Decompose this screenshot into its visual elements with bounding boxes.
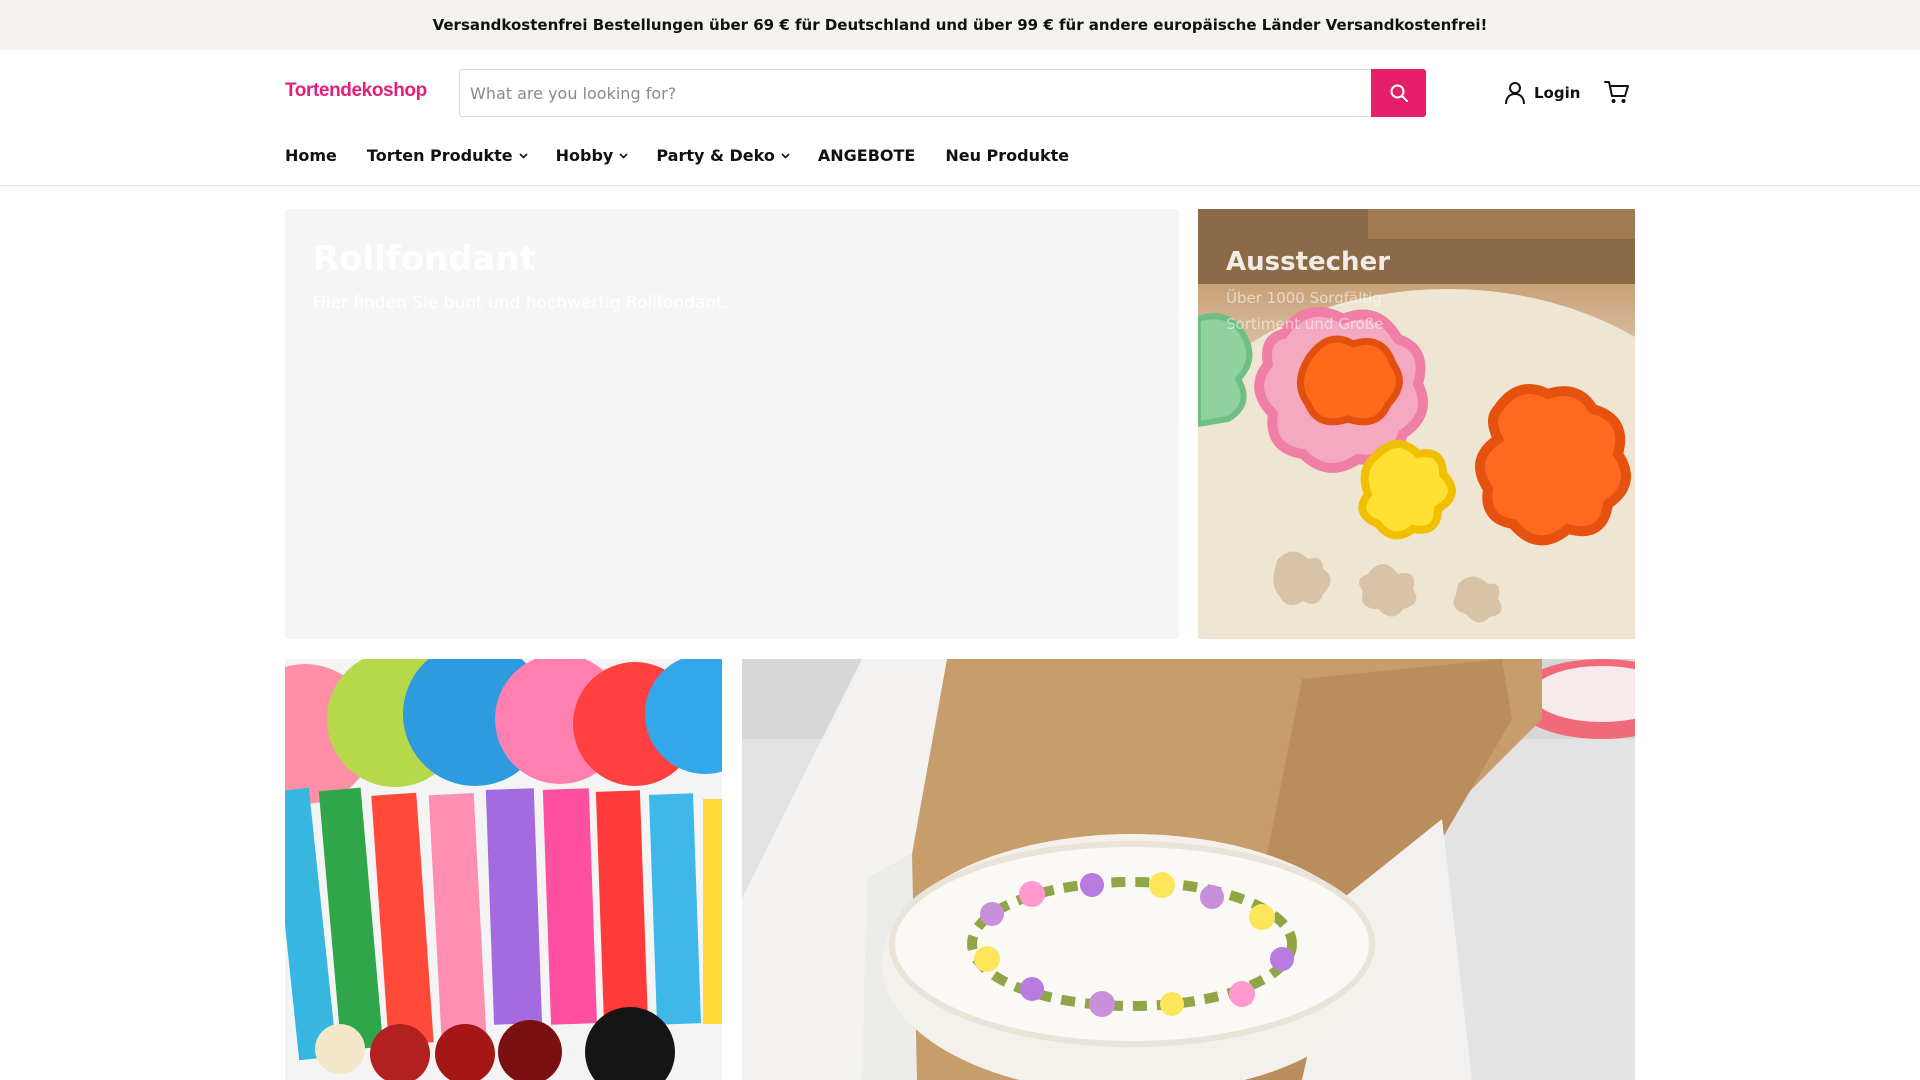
- silicone-molds-image: [285, 659, 722, 1080]
- nav-item-hobby[interactable]: Hobby: [556, 146, 629, 165]
- announcement-bar: Versandkostenfrei Bestellungen über 69 €…: [0, 0, 1920, 50]
- chevron-down-icon: [619, 152, 628, 159]
- nav-label: ANGEBOTE: [817, 146, 916, 165]
- main-nav: Home Torten Produkte Hobby Party & Deko …: [285, 146, 1069, 165]
- tile-subtitle-line2: Sortiment und Große: [1226, 315, 1384, 333]
- login-label: Login: [1534, 84, 1581, 102]
- nav-item-home[interactable]: Home: [285, 146, 337, 165]
- tile-subtitle: Hier finden Sie bunt und hochwertig Roll…: [313, 293, 729, 313]
- tile-silicone-molds[interactable]: [285, 659, 722, 1080]
- tile-rollfondant[interactable]: Rollfondant Hier finden Sie bunt und hoc…: [285, 209, 1179, 639]
- nav-label: Party & Deko: [656, 146, 775, 165]
- nav-label: Home: [285, 146, 337, 165]
- search-input[interactable]: [460, 70, 1372, 116]
- login-link[interactable]: Login: [1504, 81, 1580, 105]
- nav-label: Torten Produkte: [366, 146, 513, 165]
- nav-label: Hobby: [555, 146, 614, 165]
- chevron-down-icon: [781, 152, 790, 159]
- search-bar: [459, 69, 1426, 117]
- tile-title: Rollfondant: [313, 239, 536, 279]
- site-header: Tortendekoshop Login Home Torten Produkt…: [0, 50, 1920, 186]
- nav-item-angebote[interactable]: ANGEBOTE: [818, 146, 915, 165]
- logo[interactable]: Tortendekoshop: [285, 80, 427, 102]
- user-icon: [1505, 82, 1525, 105]
- nav-label: Neu Produkte: [945, 146, 1070, 165]
- chevron-down-icon: [519, 152, 528, 159]
- search-button[interactable]: [1371, 69, 1426, 117]
- cart-button[interactable]: [1603, 78, 1631, 110]
- nav-item-neu-produkte[interactable]: Neu Produkte: [945, 146, 1069, 165]
- tile-ausstecher[interactable]: Ausstecher Über 1000 Sorgfältig Sortimen…: [1198, 209, 1635, 639]
- announcement-text: Versandkostenfrei Bestellungen über 69 €…: [432, 16, 1488, 34]
- nav-item-party-deko[interactable]: Party & Deko: [656, 146, 790, 165]
- search-icon: [1390, 84, 1408, 102]
- cake-box-image: [742, 659, 1635, 1080]
- nav-item-torten-produkte[interactable]: Torten Produkte: [367, 146, 528, 165]
- tile-subtitle-line1: Über 1000 Sorgfältig: [1226, 289, 1382, 307]
- tile-cake-boxes[interactable]: [742, 659, 1635, 1080]
- cart-icon: [1604, 81, 1629, 103]
- tile-title: Ausstecher: [1226, 247, 1391, 277]
